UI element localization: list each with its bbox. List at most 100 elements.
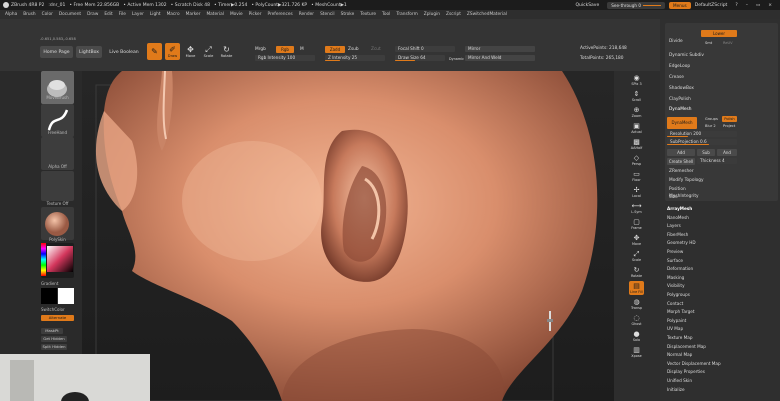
lightbox-button[interactable]: LightBox [76,46,102,58]
subpalette-fibermesh[interactable]: FiberMesh [667,232,688,237]
mirror-and-weld-button[interactable]: Mirror And Weld [465,55,535,61]
menus-button[interactable]: Menus [669,1,691,9]
menu-picker[interactable]: Picker [249,12,262,17]
menu-zplugin[interactable]: Zplugin [424,12,440,17]
draw-size-slider[interactable]: Draw Size 64 [395,55,445,61]
subpalette-visibility[interactable]: Visibility [667,283,685,288]
thickness-slider[interactable]: Thickness 4 [697,158,737,164]
smt-toggle[interactable]: Smt [705,41,712,45]
shadowbox-item[interactable]: ShadowBox [669,86,694,91]
shelf-solo-button[interactable]: ● Solo [629,329,644,343]
subpalette-surface[interactable]: Surface [667,258,683,263]
switch-color-button[interactable]: SwitchColor [41,307,74,312]
mrgb-button[interactable]: Mrgb [255,46,266,53]
zadd-button[interactable]: Zadd [325,46,345,53]
menu-movie[interactable]: Movie [230,12,243,17]
shelf-scroll-button[interactable]: ⇕ Scroll [629,89,644,103]
shelf-line-fill-button[interactable]: ▤ Line Fill [629,281,644,295]
color-picker[interactable] [41,243,74,278]
shelf-scale-button[interactable]: ⤢ Scale [629,249,644,263]
shelf-l-sym-button[interactable]: ⟷ L.Sym [629,201,644,215]
dynamic-toggle[interactable]: Dynamic [449,55,464,62]
create-shell-button[interactable]: Create Shell [667,158,695,165]
subpalette-deformation[interactable]: Deformation [667,266,693,271]
menu-transform[interactable]: Transform [396,12,417,17]
edit-tool-button[interactable]: ✎ [147,43,162,60]
menu-edit[interactable]: Edit [104,12,112,17]
position-item[interactable]: Position [669,187,686,192]
and-button[interactable]: And [717,149,737,156]
secondary-color-swatch[interactable] [58,288,74,304]
subpalette-display-properties[interactable]: Display Properties [667,369,705,374]
sub-button[interactable]: Sub [697,149,715,156]
shelf-frame-button[interactable]: ▢ Frame [629,217,644,231]
shelf-rotate-button[interactable]: ↻ Rotate [629,265,644,279]
menu-brush[interactable]: Brush [23,12,35,17]
viewport-canvas[interactable] [82,71,614,401]
zremesher-item[interactable]: ZRemesher [669,169,694,174]
menu-macro[interactable]: Macro [167,12,180,17]
menu-texture[interactable]: Texture [360,12,376,17]
mirror-button[interactable]: Mirror [465,46,535,52]
divide-button[interactable]: Divide [669,39,683,44]
subpalette-geometry-hd[interactable]: Geometry HD [667,240,696,245]
shelf-transp-button[interactable]: ◍ Transp [629,297,644,311]
close-icon[interactable]: × [768,3,772,8]
subpalette-morph-target[interactable]: Morph Target [667,309,695,314]
menu-color[interactable]: Color [42,12,53,17]
crease-item[interactable]: Crease [669,75,684,80]
dynamesh-button[interactable]: DynaMesh [667,117,697,129]
resolution-slider[interactable]: Resolution 200 [667,131,737,137]
alternate-button[interactable]: Alternate [41,315,74,321]
material-thumbnail[interactable] [41,207,74,240]
menu-zscript[interactable]: Zscript [446,12,461,17]
minimize-icon[interactable]: – [746,3,748,8]
groups-toggle[interactable]: Groups [705,117,718,121]
subpalette-preview[interactable]: Preview [667,249,683,254]
zsub-button[interactable]: Zsub [348,46,359,53]
subpalette-normal-map[interactable]: Normal Map [667,352,692,357]
dynamesh-header[interactable]: DynaMesh [669,107,692,112]
subpalette-polygroups[interactable]: Polygroups [667,292,690,297]
main-color-swatch[interactable] [41,288,57,304]
polish-toggle[interactable]: Polish [722,116,737,122]
m-button[interactable]: M [300,46,304,53]
subprojection-slider[interactable]: SubProjection 0.6 [667,139,737,145]
subpalette-vector-displacement-map[interactable]: Vector Displacement Map [667,361,721,366]
subpalette-uv-map[interactable]: UV Map [667,326,683,331]
subpalette-unified-skin[interactable]: Unified Skin [667,378,692,383]
reuv-toggle[interactable]: ReUV [723,41,733,45]
meshintegrity-item[interactable]: MeshIntegrity [669,194,699,199]
shelf-aahalf-button[interactable]: ▩ AAHalf [629,137,644,151]
menu-stroke[interactable]: Stroke [341,12,355,17]
rgb-intensity-slider[interactable]: Rgb Intensity 100 [255,55,315,61]
claypolish-item[interactable]: ClayPolish [669,97,691,102]
shelf-persp-button[interactable]: ◇ Persp [629,153,644,167]
shelf-local-button[interactable]: ✢ Local [629,185,644,199]
subpalette-displacement-map[interactable]: Displacement Map [667,344,706,349]
dynamic-subdiv-item[interactable]: Dynamic Subdiv [669,53,704,58]
project-toggle[interactable]: Project [723,124,735,128]
menu-layer[interactable]: Layer [132,12,144,17]
shelf-actual-button[interactable]: ▣ Actual [629,121,644,135]
menu-preferences[interactable]: Preferences [267,12,292,17]
shelf-move-button[interactable]: ✥ Move [629,233,644,247]
default-script[interactable]: DefaultZScript [695,3,728,8]
menu-file[interactable]: File [119,12,126,17]
add-button[interactable]: Add [667,149,695,156]
shelf-ghost-button[interactable]: ◌ Ghost [629,313,644,327]
menu-zswitchedmaterial[interactable]: ZSwitchedMaterial [467,12,507,17]
menu-light[interactable]: Light [150,12,161,17]
subpalette-polypaint[interactable]: Polypaint [667,318,686,323]
move-tool-button[interactable]: ✥ Move [183,43,198,60]
rgb-button[interactable]: Rgb [276,46,294,53]
menu-document[interactable]: Document [59,12,81,17]
see-through-slider[interactable]: See-through 0 [607,1,666,9]
lower-res-button[interactable]: Lower [701,30,737,37]
modify-topology-item[interactable]: Modify Topology [669,178,704,183]
subpalette-nanomesh[interactable]: NanoMesh [667,215,689,220]
zcut-button[interactable]: Zcut [371,46,381,53]
texture-thumbnail[interactable] [41,171,74,201]
blur-slider[interactable]: Blur 2 [705,124,716,128]
subpalette-texture-map[interactable]: Texture Map [667,335,693,340]
